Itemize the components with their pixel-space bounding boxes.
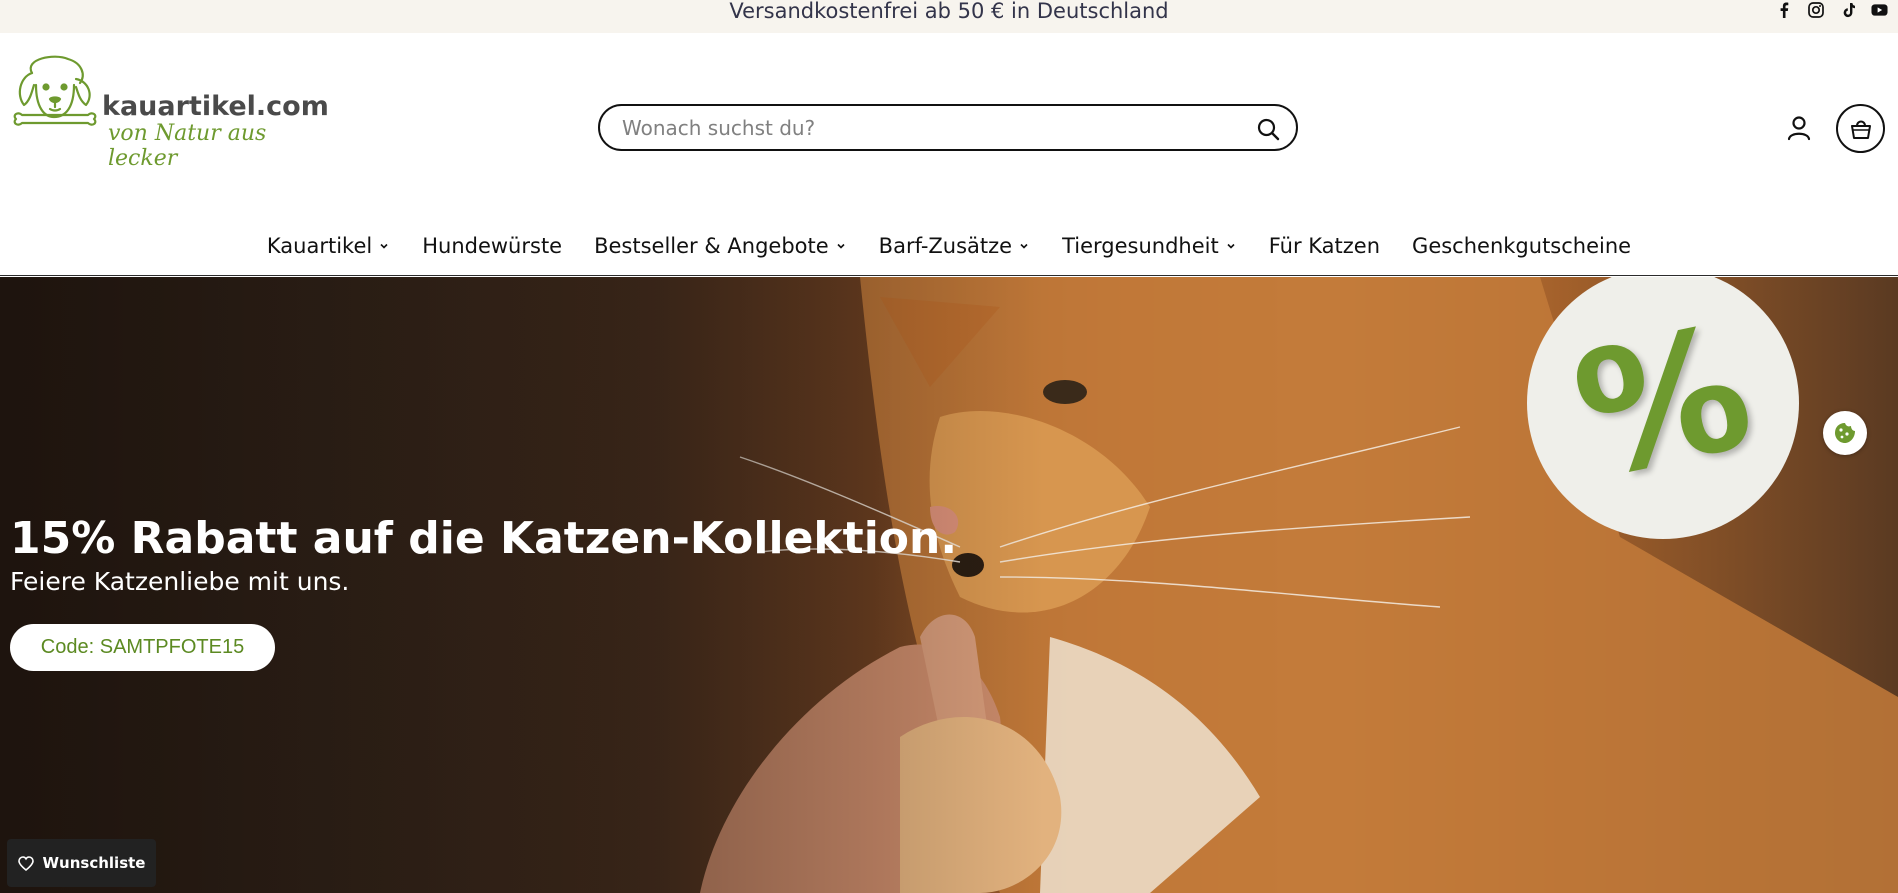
youtube-icon[interactable] — [1871, 1, 1888, 18]
site-header: kauartikel.com von Natur aus lecker Kaua… — [0, 33, 1898, 276]
chevron-down-icon — [380, 243, 388, 249]
wishlist-label: Wunschliste — [42, 854, 146, 872]
nav-item-barf-zusaetze[interactable]: Barf-Zusätze — [879, 234, 1030, 258]
nav-item-geschenkgutscheine[interactable]: Geschenkgutscheine — [1412, 234, 1631, 258]
cart-button[interactable] — [1836, 104, 1885, 153]
dog-logo-icon — [13, 55, 97, 126]
heart-icon — [17, 855, 34, 871]
hero-subtitle: Feiere Katzenliebe mit uns. — [10, 567, 350, 596]
cookie-icon — [1835, 423, 1855, 443]
discount-code-button[interactable]: Code: SAMTPFOTE15 — [10, 624, 275, 671]
hero-title-text: Rabatt auf die Katzen-Kollektion. — [115, 513, 958, 564]
chevron-down-icon — [1227, 243, 1235, 249]
chevron-down-icon — [837, 243, 845, 249]
main-navigation: Kauartikel Hundewürste Bestseller & Ange… — [0, 234, 1898, 258]
announcement-text: Versandkostenfrei ab 50 € in Deutschland — [729, 0, 1169, 23]
social-links — [1775, 1, 1888, 18]
nav-item-label: Barf-Zusätze — [878, 234, 1013, 258]
nav-item-bestseller-angebote[interactable]: Bestseller & Angebote — [594, 234, 847, 258]
brand-name: kauartikel.com — [102, 91, 329, 122]
wishlist-button[interactable]: Wunschliste — [7, 839, 156, 887]
nav-item-tiergesundheit[interactable]: Tiergesundheit — [1062, 234, 1237, 258]
hero-title: 15% Rabatt auf die Katzen-Kollektion. — [10, 513, 957, 564]
nav-item-fuer-katzen[interactable]: Für Katzen — [1269, 234, 1380, 258]
discount-badge: % — [1527, 277, 1799, 539]
nav-item-label: Tiergesundheit — [1062, 234, 1219, 258]
nav-item-label: Für Katzen — [1268, 234, 1381, 258]
search-icon[interactable] — [1256, 117, 1280, 141]
nav-item-label: Bestseller & Angebote — [594, 234, 829, 258]
percent-icon: % — [1559, 288, 1767, 518]
tiktok-icon[interactable] — [1839, 1, 1856, 18]
nav-item-kauartikel[interactable]: Kauartikel — [267, 234, 390, 258]
instagram-icon[interactable] — [1807, 1, 1824, 18]
facebook-icon[interactable] — [1775, 1, 1792, 18]
search-bar — [598, 104, 1298, 151]
hero-title-highlight: 15% — [10, 513, 116, 564]
nav-item-label: Kauartikel — [266, 234, 373, 258]
chevron-down-icon — [1020, 243, 1028, 249]
cookie-settings-button[interactable] — [1823, 411, 1867, 455]
hero-banner[interactable]: % 15% Rabatt auf die Katzen-Kollektion. … — [0, 277, 1898, 893]
account-icon[interactable] — [1786, 115, 1812, 141]
nav-item-hundewuerste[interactable]: Hundewürste — [422, 234, 562, 258]
brand-slogan: von Natur aus lecker — [108, 121, 267, 171]
nav-item-label: Hundewürste — [422, 234, 563, 258]
shopping-bag-icon — [1850, 120, 1871, 139]
search-input[interactable] — [622, 114, 1222, 142]
announcement-bar: Versandkostenfrei ab 50 € in Deutschland — [0, 0, 1898, 33]
nav-item-label: Geschenkgutscheine — [1412, 234, 1632, 258]
brand-logo[interactable]: kauartikel.com von Natur aus lecker — [10, 51, 329, 171]
